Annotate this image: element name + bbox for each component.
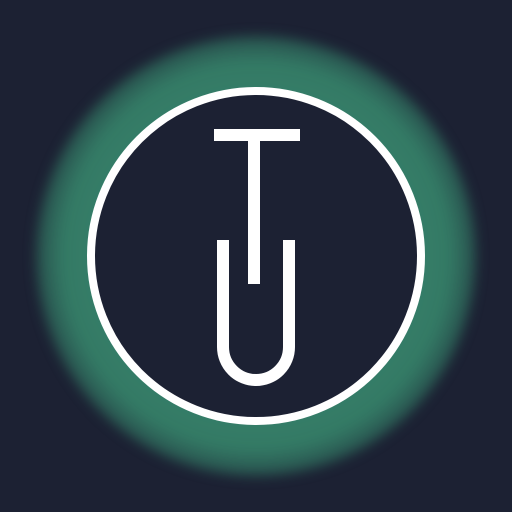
app-icon [0,0,512,512]
t-stem [248,129,260,284]
tu-monogram-logo [87,87,425,425]
